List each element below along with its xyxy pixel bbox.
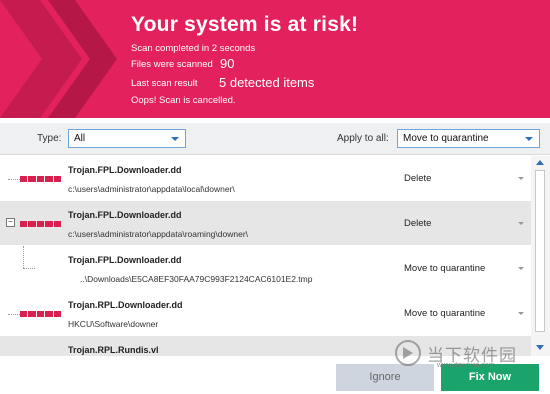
chevron-down-icon[interactable] — [518, 177, 524, 180]
ignore-button[interactable]: Ignore — [336, 364, 434, 391]
type-label: Type: — [37, 133, 62, 144]
threat-name: Trojan.FPL.Downloader.dd — [68, 210, 182, 220]
severity-bar — [20, 311, 62, 317]
apply-to-all-label: Apply to all: — [337, 133, 389, 144]
tree-connector — [8, 314, 20, 315]
tree-connector — [23, 268, 35, 269]
chevron-down-icon[interactable] — [518, 222, 524, 225]
severity-bar — [20, 221, 62, 227]
threat-name: Trojan.FPL.Downloader.dd — [68, 255, 182, 265]
threat-row[interactable]: Trojan.FPL.Downloader.dd c:\users\admini… — [0, 156, 531, 200]
play-icon — [395, 340, 421, 366]
threat-action-select[interactable]: Delete — [404, 218, 431, 229]
threat-name: Trojan.RPL.Rundis.vl — [68, 345, 159, 355]
chevron-down-icon — [171, 137, 179, 141]
apply-to-all-value: Move to quarantine — [403, 133, 489, 144]
threat-list: Trojan.FPL.Downloader.dd c:\users\admini… — [0, 156, 531, 356]
threat-action-select[interactable]: Delete — [404, 173, 431, 184]
severity-bar — [20, 176, 62, 182]
threat-name: Trojan.FPL.Downloader.dd — [68, 165, 182, 175]
chevron-down-icon[interactable] — [518, 312, 524, 315]
scroll-down-icon[interactable] — [536, 345, 544, 350]
scroll-up-icon[interactable] — [536, 160, 544, 165]
last-result-label: Last scan result — [131, 78, 198, 89]
threat-path: HKCU\Software\downer — [68, 319, 159, 329]
threat-action-select[interactable]: Move to quarantine — [404, 263, 485, 274]
threat-path: c:\users\administrator\appdata\local\dow… — [68, 184, 235, 194]
files-scanned-label: Files were scanned — [131, 59, 213, 70]
chevron-down-icon — [525, 137, 533, 141]
threat-row[interactable]: − Trojan.FPL.Downloader.dd c:\users\admi… — [0, 201, 531, 245]
threat-row[interactable]: Trojan.FPL.Downloader.dd ..\Downloads\E5… — [0, 246, 531, 290]
scrollbar-thumb[interactable] — [535, 170, 545, 332]
scan-cancelled-message: Oops! Scan is cancelled. — [131, 95, 236, 106]
tree-connector — [8, 179, 20, 180]
chevron-graphic — [0, 0, 117, 118]
scan-completed-text: Scan completed in 2 seconds — [131, 43, 256, 54]
page-title: Your system is at risk! — [131, 13, 359, 36]
tree-connector — [23, 246, 24, 268]
files-scanned-value: 90 — [220, 56, 235, 71]
threat-name: Trojan.RPL.Downloader.dd — [68, 300, 183, 310]
filter-bar: Type: All Apply to all: Move to quaranti… — [0, 123, 550, 155]
threat-row[interactable]: Trojan.RPL.Downloader.dd HKCU\Software\d… — [0, 291, 531, 335]
threat-action-select[interactable]: Move to quarantine — [404, 308, 485, 319]
last-result-value: 5 detected items — [219, 75, 315, 90]
threat-path: ..\Downloads\E5CA8EF30FAA79C993F2124CAC6… — [80, 274, 313, 284]
chevron-down-icon[interactable] — [518, 267, 524, 270]
apply-to-all-select[interactable]: Move to quarantine — [397, 129, 540, 148]
type-select-value: All — [74, 133, 86, 144]
alert-header: Your system is at risk! Scan completed i… — [0, 0, 550, 118]
list-scrollbar[interactable] — [531, 156, 550, 356]
threat-path: c:\users\administrator\appdata\roaming\d… — [68, 229, 249, 239]
collapse-toggle[interactable]: − — [6, 218, 15, 227]
type-select[interactable]: All — [68, 129, 186, 148]
watermark-url: www.downxia.com — [437, 362, 495, 369]
